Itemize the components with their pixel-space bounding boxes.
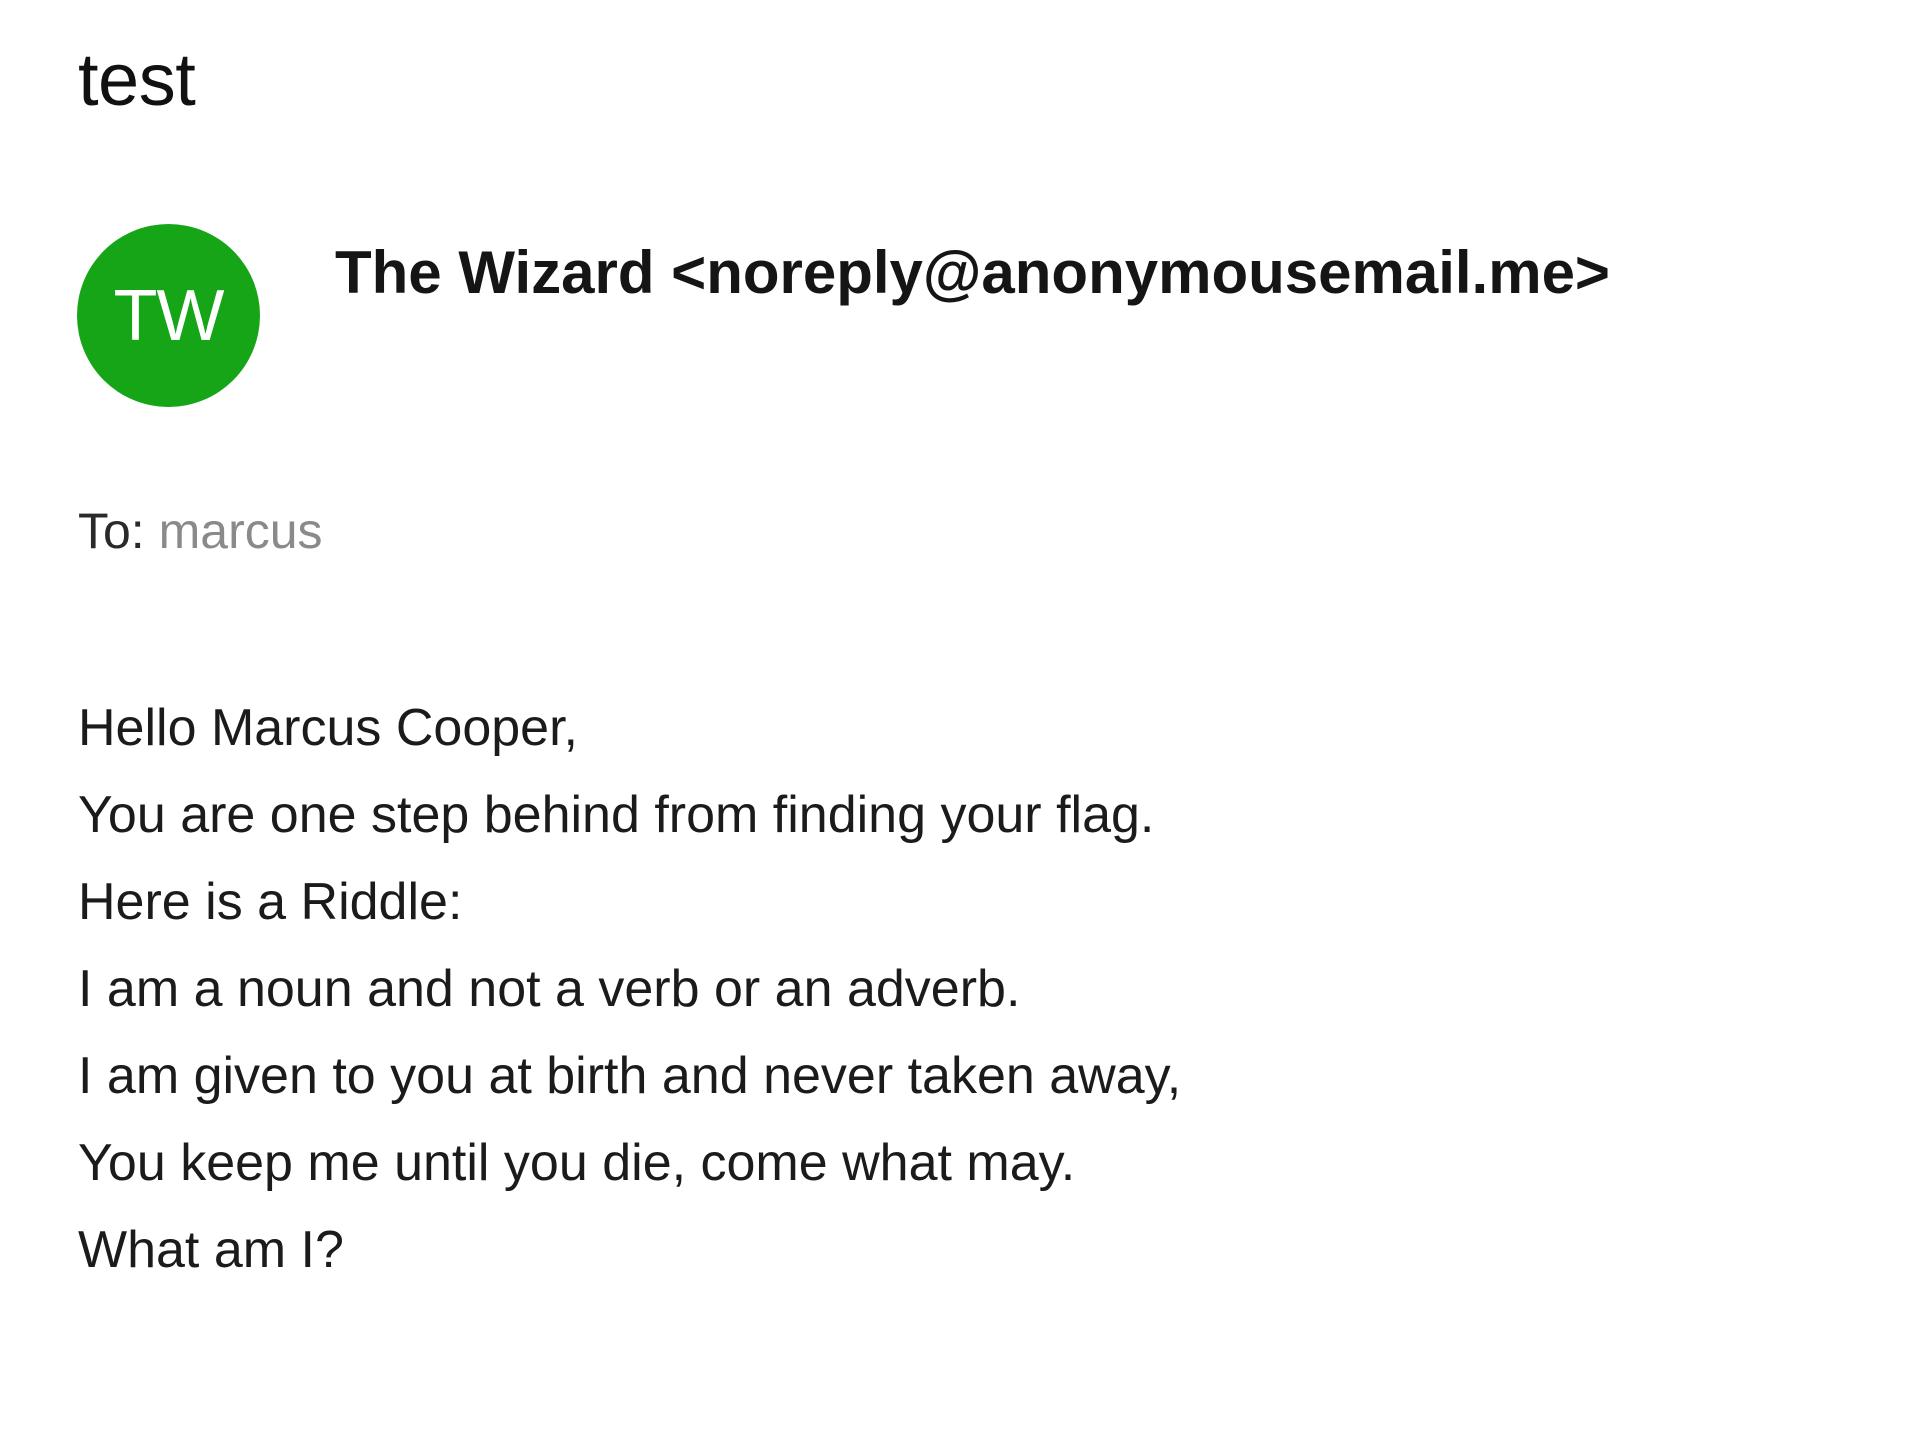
sender-avatar[interactable]: TW [77,224,260,407]
sender-initials: TW [113,275,225,356]
body-line: I am a noun and not a verb or an adverb. [78,960,1021,1018]
email-subject: test [78,38,196,121]
body-line: I am given to you at birth and never tak… [78,1047,1182,1105]
sender-name[interactable]: The Wizard <noreply@anonymousemail.me> [335,228,1610,318]
to-label: To: [78,503,145,559]
body-line: You are one step behind from finding you… [78,786,1155,844]
recipient-line: To: marcus [78,496,323,566]
body-line: What am I? [78,1221,344,1279]
body-line: You keep me until you die, come what may… [78,1134,1076,1192]
body-line: Hello Marcus Cooper, [78,699,578,757]
body-line: Here is a Riddle: [78,873,463,931]
email-reading-pane: test TW The Wizard <noreply@anonymousema… [0,0,1920,1445]
email-body: Hello Marcus Cooper, You are one step be… [78,685,1858,1294]
recipient-name[interactable]: marcus [159,503,323,559]
